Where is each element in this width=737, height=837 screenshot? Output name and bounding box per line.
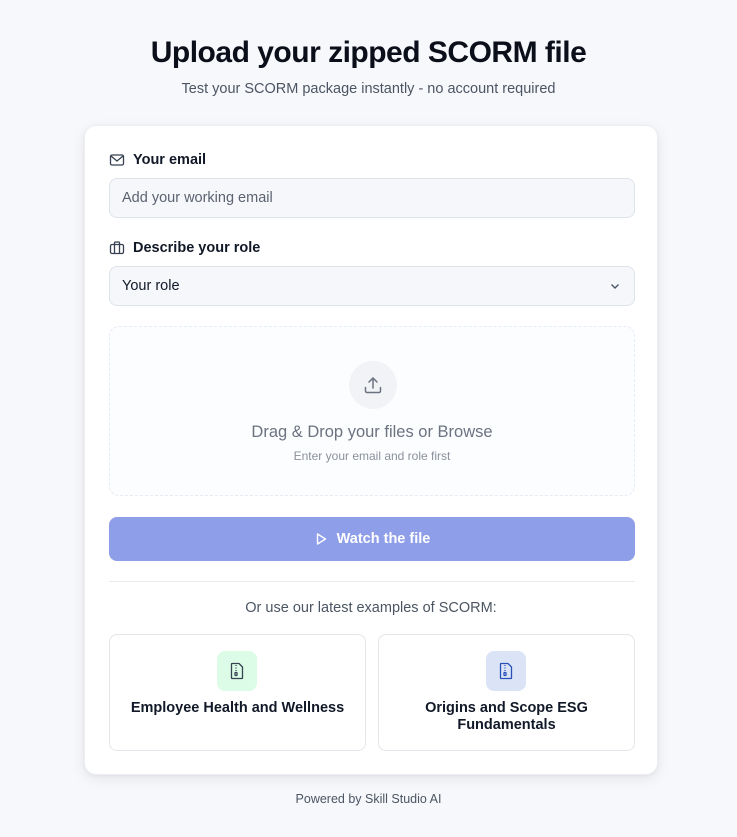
examples-heading: Or use our latest examples of SCORM: — [245, 600, 497, 616]
play-icon — [316, 533, 326, 545]
example-icon-box — [486, 651, 526, 691]
page-subtitle: Test your SCORM package instantly - no a… — [181, 81, 556, 97]
example-title: Origins and Scope ESG Fundamentals — [425, 700, 588, 733]
role-select-value: Your role — [122, 278, 180, 294]
watch-file-button[interactable]: Watch the file — [109, 517, 635, 561]
upload-icon — [364, 377, 382, 394]
file-archive-icon — [499, 662, 513, 680]
briefcase-icon — [109, 241, 125, 255]
example-icon-box — [217, 651, 257, 691]
file-archive-icon — [230, 662, 244, 680]
role-select[interactable]: Your role — [109, 266, 635, 306]
dropzone-title: Drag & Drop your files or Browse — [251, 423, 493, 441]
example-card-esg[interactable]: Origins and Scope ESG Fundamentals — [378, 634, 635, 751]
email-input[interactable] — [122, 190, 622, 206]
role-label-row: Describe your role — [109, 240, 260, 256]
example-card-health[interactable]: Employee Health and Wellness — [109, 634, 366, 751]
mail-icon — [109, 154, 125, 166]
footer-powered-by: Powered by Skill Studio AI — [295, 792, 442, 806]
file-dropzone[interactable]: Drag & Drop your files or Browse Enter y… — [109, 326, 635, 496]
upload-page: Upload your zipped SCORM file Test your … — [0, 0, 737, 837]
page-title: Upload your zipped SCORM file — [150, 36, 587, 69]
divider — [109, 581, 635, 582]
email-label-row: Your email — [109, 152, 206, 168]
dropzone-hint: Enter your email and role first — [293, 449, 451, 463]
example-title: Employee Health and Wellness — [130, 700, 345, 716]
watch-file-label: Watch the file — [336, 531, 431, 547]
email-field[interactable] — [109, 178, 635, 218]
upload-card: Your email Describe your role Your role — [84, 125, 658, 775]
upload-icon-circle — [349, 361, 397, 409]
email-label: Your email — [133, 152, 207, 168]
role-label: Describe your role — [133, 240, 261, 256]
chevron-down-icon — [611, 284, 619, 289]
